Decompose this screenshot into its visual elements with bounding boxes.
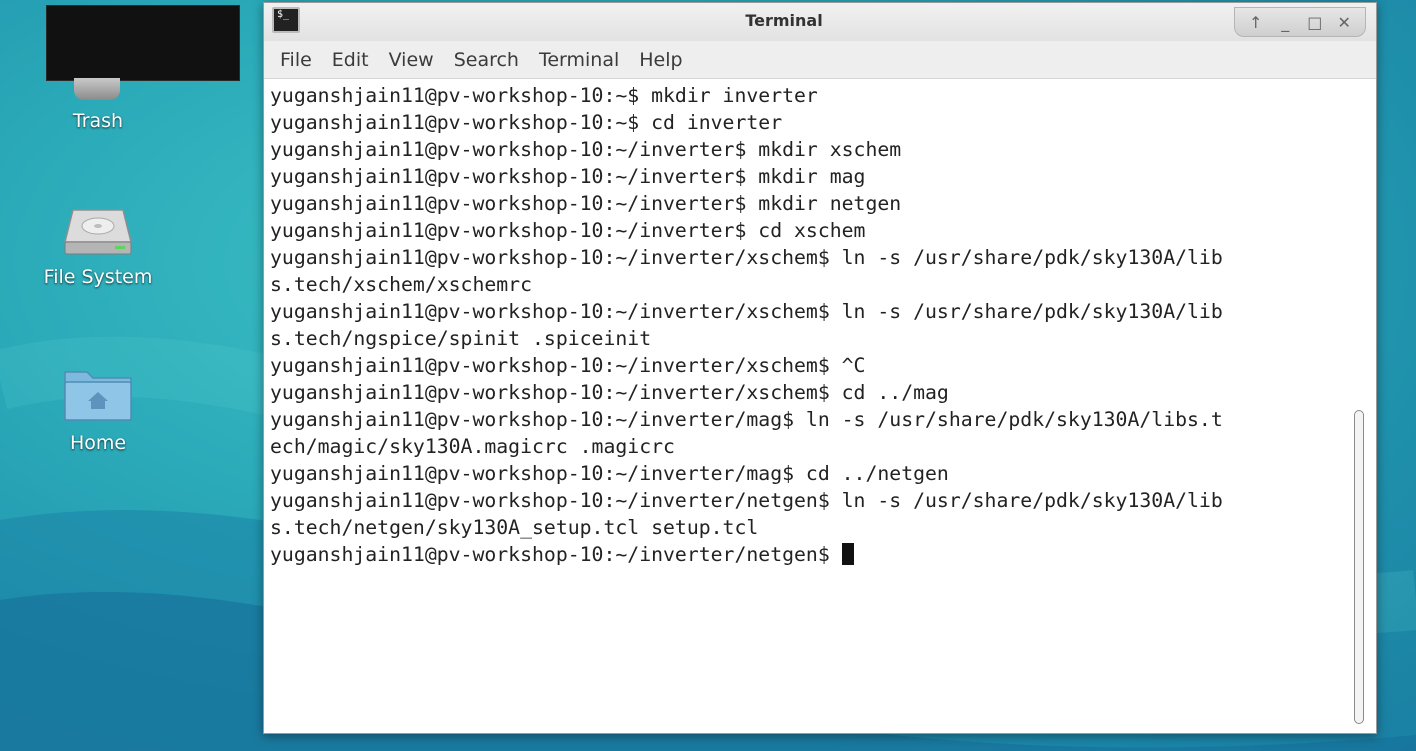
drive-icon: [64, 209, 132, 255]
menu-edit[interactable]: Edit: [322, 45, 379, 75]
desktop-icon-file-system[interactable]: File System: [3, 204, 193, 288]
terminal-line: yuganshjain11@pv-workshop-10:~/inverter/…: [270, 300, 1223, 323]
menu-bar: File Edit View Search Terminal Help: [264, 41, 1376, 79]
home-folder-icon: [64, 371, 132, 421]
terminal-line: s.tech/netgen/sky130A_setup.tcl setup.tc…: [270, 516, 759, 539]
terminal-line: yuganshjain11@pv-workshop-10:~/inverter$…: [270, 192, 902, 215]
menu-view[interactable]: View: [379, 45, 444, 75]
terminal-prompt-line[interactable]: yuganshjain11@pv-workshop-10:~/inverter/…: [270, 541, 1352, 568]
desktop-icon-label: Home: [69, 432, 127, 454]
terminal-output[interactable]: yuganshjain11@pv-workshop-10:~$ mkdir in…: [270, 82, 1352, 730]
terminal-line: yuganshjain11@pv-workshop-10:~/inverter/…: [270, 408, 1223, 431]
terminal-line: s.tech/ngspice/spinit .spiceinit: [270, 327, 652, 350]
terminal-line: yuganshjain11@pv-workshop-10:~/inverter$…: [270, 219, 866, 242]
terminal-line: yuganshjain11@pv-workshop-10:~/inverter/…: [270, 246, 1223, 269]
terminal-line: yuganshjain11@pv-workshop-10:~$ cd inver…: [270, 111, 783, 134]
terminal-window[interactable]: $_ Terminal ↑ _ □ ✕ File Edit View Searc…: [263, 2, 1377, 734]
window-titlebar[interactable]: $_ Terminal ↑ _ □ ✕: [264, 3, 1376, 41]
terminal-line: yuganshjain11@pv-workshop-10:~/inverter/…: [270, 462, 949, 485]
text-cursor: [841, 543, 854, 565]
terminal-line: yuganshjain11@pv-workshop-10:~/inverter$…: [270, 138, 902, 161]
desktop-icon-label: Trash: [72, 110, 124, 132]
terminal-line: yuganshjain11@pv-workshop-10:~$ mkdir in…: [270, 84, 818, 107]
desktop-icon-label: File System: [43, 266, 153, 288]
minimize-button[interactable]: _: [1274, 11, 1296, 33]
menu-help[interactable]: Help: [629, 45, 692, 75]
window-controls: ↑ _ □ ✕: [1234, 7, 1366, 37]
window-title: Terminal: [745, 11, 823, 30]
terminal-prompt: yuganshjain11@pv-workshop-10:~/inverter/…: [270, 543, 842, 566]
menu-file[interactable]: File: [270, 45, 322, 75]
terminal-line: yuganshjain11@pv-workshop-10:~/inverter$…: [270, 165, 866, 188]
menu-terminal[interactable]: Terminal: [529, 45, 629, 75]
terminal-line: s.tech/xschem/xschemrc: [270, 273, 533, 296]
trash-preview-overlay: [46, 5, 240, 81]
terminal-line: yuganshjain11@pv-workshop-10:~/inverter/…: [270, 489, 1223, 512]
terminal-line: yuganshjain11@pv-workshop-10:~/inverter/…: [270, 381, 949, 404]
menu-search[interactable]: Search: [444, 45, 529, 75]
close-button[interactable]: ✕: [1333, 11, 1355, 33]
trash-icon: [74, 78, 120, 100]
desktop-icon-home[interactable]: Home: [3, 366, 193, 454]
shade-button[interactable]: ↑: [1245, 11, 1267, 33]
terminal-line: ech/magic/sky130A.magicrc .magicrc: [270, 435, 675, 458]
maximize-button[interactable]: □: [1304, 11, 1326, 33]
scrollbar-thumb[interactable]: [1354, 410, 1364, 724]
vertical-scrollbar[interactable]: [1352, 82, 1366, 727]
terminal-line: yuganshjain11@pv-workshop-10:~/inverter/…: [270, 354, 866, 377]
